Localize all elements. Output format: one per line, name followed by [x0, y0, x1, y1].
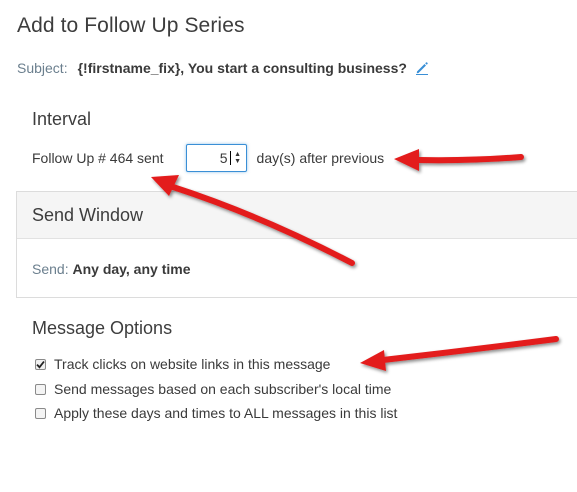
apply-all-checkbox[interactable]	[35, 407, 46, 419]
option-apply-all[interactable]: Apply these days and times to ALL messag…	[35, 405, 397, 421]
days-value[interactable]: 5	[220, 150, 228, 166]
subject-value: {!firstname_fix}, You start a consulting…	[77, 60, 407, 76]
apply-all-label: Apply these days and times to ALL messag…	[54, 405, 398, 421]
interval-row: Follow Up # 464 sent 5 ▲ ▼ day(s) after …	[32, 144, 384, 172]
local-time-checkbox[interactable]	[35, 383, 46, 395]
subject-label: Subject:	[17, 60, 68, 76]
subject-row: Subject: {!firstname_fix}, You start a c…	[17, 60, 429, 76]
page-title: Add to Follow Up Series	[17, 14, 245, 37]
pencil-icon[interactable]	[415, 61, 429, 75]
send-window-heading: Send Window	[17, 192, 577, 239]
option-track-clicks[interactable]: Track clicks on website links in this me…	[35, 356, 330, 372]
spin-down-icon[interactable]: ▼	[234, 158, 241, 165]
arrow-to-interval-suffix	[394, 149, 524, 171]
track-clicks-label: Track clicks on website links in this me…	[54, 356, 331, 372]
send-window-panel: Send Window Send: Any day, any time	[16, 191, 577, 298]
message-options-heading: Message Options	[32, 318, 173, 338]
track-clicks-checkbox[interactable]	[35, 358, 46, 370]
text-caret	[229, 151, 231, 165]
local-time-label: Send messages based on each subscriber's…	[54, 381, 392, 397]
interval-prefix: Follow Up # 464 sent	[32, 150, 164, 166]
option-local-time[interactable]: Send messages based on each subscriber's…	[35, 381, 391, 397]
send-label: Send:	[32, 261, 69, 277]
send-value[interactable]: Any day, any time	[72, 261, 190, 277]
spin-up-icon[interactable]: ▲	[234, 151, 241, 158]
spin-buttons[interactable]: ▲ ▼	[233, 151, 243, 165]
interval-suffix: day(s) after previous	[256, 150, 385, 166]
send-window-body: Send: Any day, any time	[17, 239, 577, 277]
days-number-input[interactable]: 5 ▲ ▼	[185, 144, 247, 172]
arrow-to-track-clicks	[360, 336, 559, 371]
interval-heading: Interval	[32, 109, 92, 129]
